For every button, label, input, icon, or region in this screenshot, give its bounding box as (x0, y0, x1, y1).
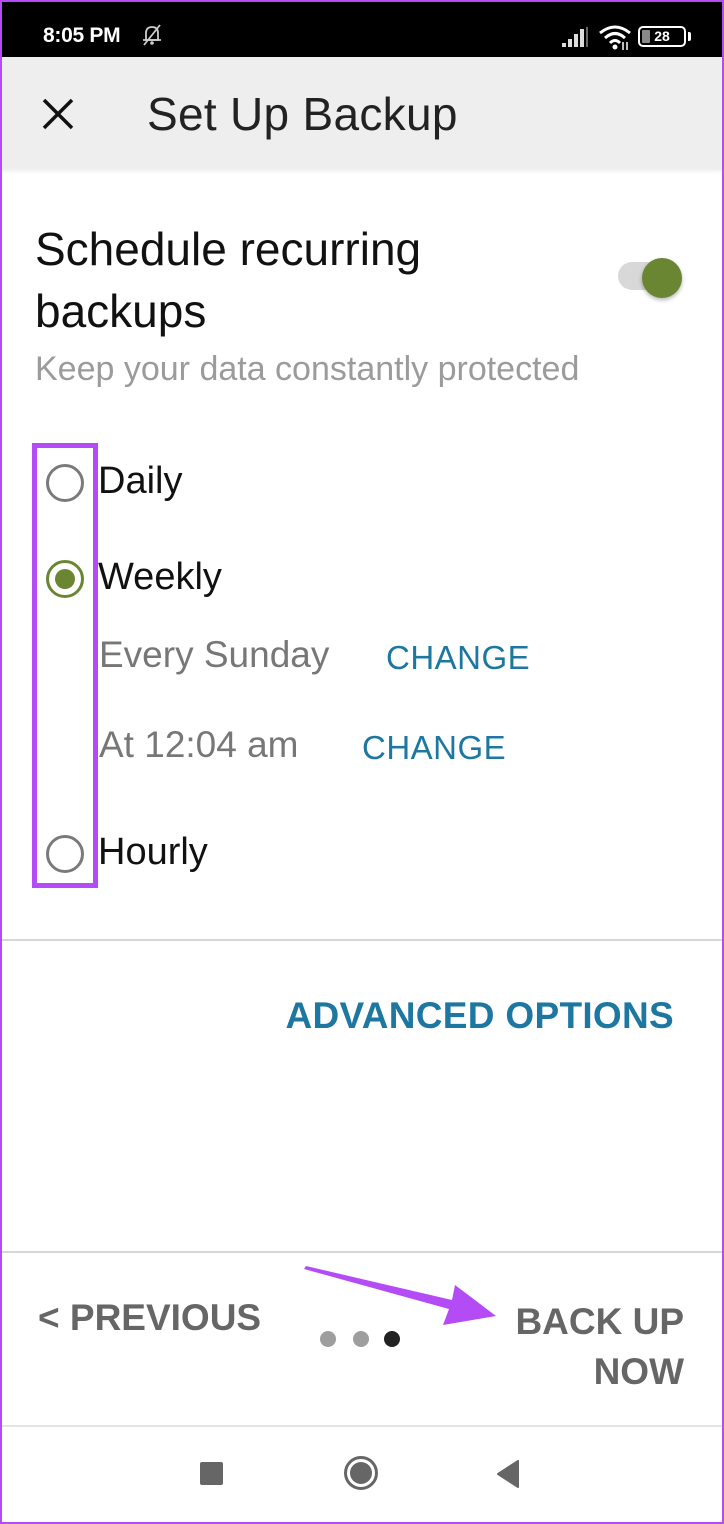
radio-unchecked-icon[interactable] (46, 464, 84, 502)
page-dot-active (384, 1331, 400, 1347)
radio-label-weekly: Weekly (98, 556, 222, 598)
bell-off-icon (143, 24, 161, 46)
radio-label-hourly: Hourly (98, 831, 208, 873)
battery-level: 28 (654, 28, 670, 44)
signal-icon (562, 27, 588, 47)
page-title: Set Up Backup (147, 88, 458, 140)
back-up-now-button[interactable]: BACK UP NOW (484, 1297, 684, 1397)
schedule-title: Schedule recurring backups (35, 223, 422, 337)
radio-label-daily: Daily (98, 460, 183, 502)
change-day-button[interactable]: CHANGE (386, 639, 530, 677)
back-up-now-line1: BACK UP (515, 1301, 684, 1342)
radio-unchecked-icon[interactable] (46, 835, 84, 873)
weekly-day-text: Every Sunday (99, 634, 330, 675)
page-dot (353, 1331, 369, 1347)
back-up-now-line2: NOW (593, 1351, 684, 1392)
wifi-icon (599, 25, 631, 50)
recents-square-icon[interactable] (200, 1462, 223, 1485)
back-triangle-icon[interactable] (496, 1460, 520, 1488)
page-dot (320, 1331, 336, 1347)
app-header: Set Up Backup (0, 57, 724, 169)
battery-icon: 28 (638, 26, 686, 47)
section-divider (0, 939, 724, 941)
home-circle-inner (350, 1462, 372, 1484)
battery-cap (688, 32, 691, 41)
previous-button[interactable]: < PREVIOUS (38, 1297, 261, 1339)
annotation-highlight-box (32, 443, 98, 888)
schedule-toggle[interactable] (618, 258, 682, 298)
navbar-divider (0, 1425, 724, 1427)
change-time-button[interactable]: CHANGE (362, 729, 506, 767)
status-time: 8:05 PM (43, 24, 121, 47)
radio-selected-dot (55, 569, 75, 589)
toggle-thumb (642, 258, 682, 298)
status-bar: 8:05 PM 28 (0, 0, 724, 57)
home-circle-icon[interactable] (344, 1456, 378, 1490)
footer-divider (0, 1251, 724, 1253)
radio-checked-icon[interactable] (46, 560, 84, 598)
advanced-options-button[interactable]: ADVANCED OPTIONS (285, 995, 674, 1037)
weekly-time-text: At 12:04 am (99, 724, 299, 765)
schedule-subtitle: Keep your data constantly protected (35, 350, 580, 388)
close-icon[interactable] (36, 92, 80, 136)
